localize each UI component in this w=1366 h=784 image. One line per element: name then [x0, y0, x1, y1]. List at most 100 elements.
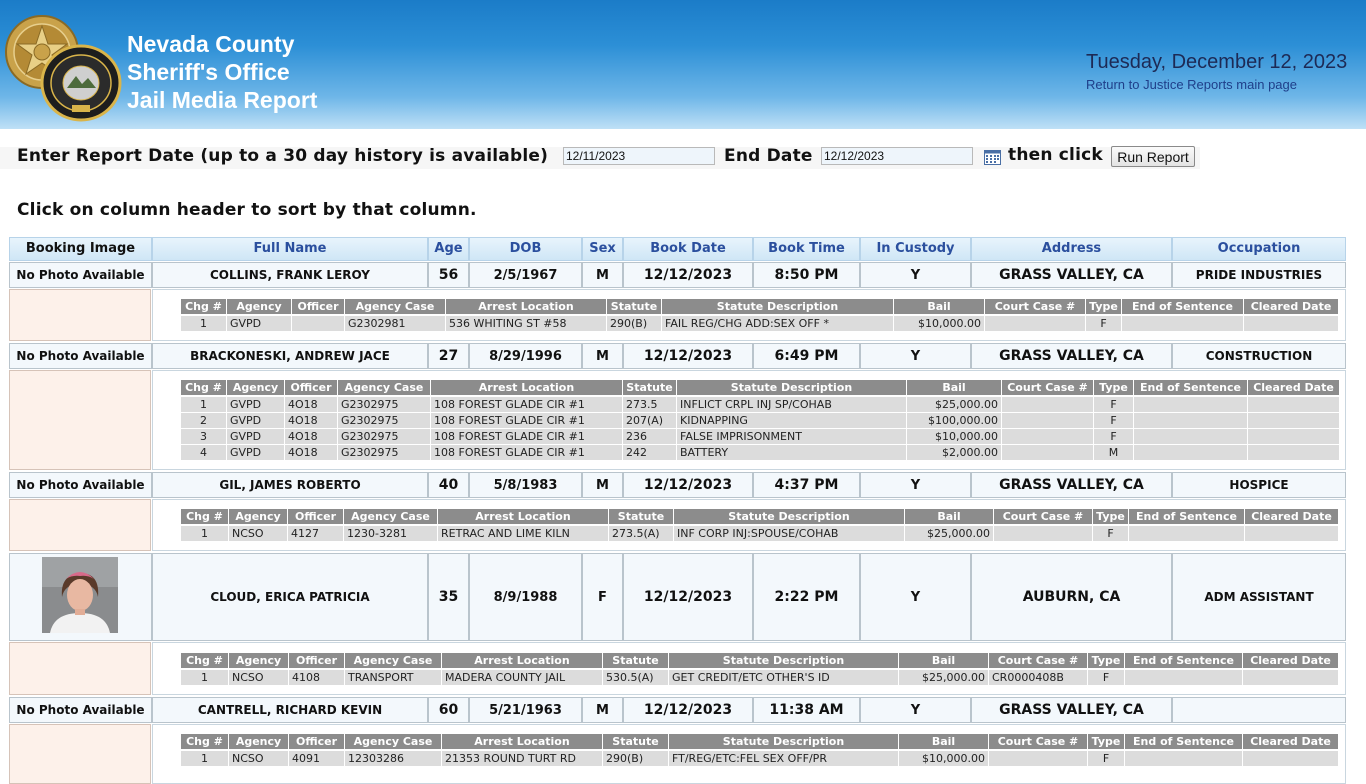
full-name-cell: BRACKONESKI, ANDREW JACE [152, 343, 428, 369]
column-header-in-custody[interactable]: In Custody [860, 237, 971, 261]
column-header-full-name[interactable]: Full Name [152, 237, 428, 261]
charge-cell: 21353 ROUND TURT RD [442, 750, 603, 766]
in-custody-cell: Y [860, 262, 971, 288]
charge-header-officer: Officer [288, 509, 344, 524]
charge-cell: G2302975 [338, 412, 431, 428]
charge-cell: 108 FOREST GLADE CIR #1 [431, 444, 623, 460]
charge-header-chg: Chg # [181, 509, 229, 524]
address-cell: GRASS VALLEY, CA [971, 472, 1172, 498]
charge-cell [1122, 315, 1244, 331]
book-date-cell: 12/12/2023 [623, 697, 753, 723]
charge-header-agency-case: Agency Case [345, 653, 442, 668]
column-header-sex[interactable]: Sex [582, 237, 623, 261]
charge-cell: 236 [623, 428, 677, 444]
charges-spacer [9, 642, 151, 695]
charge-header-agency: Agency [229, 653, 289, 668]
charge-cell: 1 [181, 315, 227, 331]
in-custody-cell: Y [860, 472, 971, 498]
charge-cell [1125, 750, 1243, 766]
charge-header-chg: Chg # [181, 380, 227, 395]
charge-header-end-of-sentence: End of Sentence [1134, 380, 1248, 395]
charge-header-court-case: Court Case # [1002, 380, 1094, 395]
occupation-cell: ADM ASSISTANT [1172, 553, 1346, 641]
charge-cell: $25,000.00 [905, 525, 994, 541]
return-link[interactable]: Return to Justice Reports main page [1086, 76, 1347, 94]
column-header-occupation[interactable]: Occupation [1172, 237, 1346, 261]
age-cell: 56 [428, 262, 469, 288]
charge-header-court-case: Court Case # [989, 653, 1088, 668]
charge-header-court-case: Court Case # [985, 299, 1086, 314]
age-cell: 60 [428, 697, 469, 723]
charge-header-officer: Officer [289, 653, 345, 668]
charge-cell: F [1088, 669, 1125, 685]
dob-cell: 2/5/1967 [469, 262, 582, 288]
charge-header-bail: Bail [894, 299, 985, 314]
title-line-2: Sheriff's Office [127, 59, 290, 85]
charge-cell: GVPD [227, 412, 285, 428]
book-time-cell: 6:49 PM [753, 343, 860, 369]
charge-cell: 1 [181, 750, 229, 766]
charge-cell [1134, 396, 1248, 412]
start-date-input[interactable] [563, 147, 715, 165]
calendar-icon[interactable] [984, 150, 1001, 165]
charge-header-end-of-sentence: End of Sentence [1129, 509, 1245, 524]
charge-cell: F [1093, 525, 1129, 541]
occupation-cell [1172, 697, 1346, 723]
charge-header-agency-case: Agency Case [345, 734, 442, 749]
charge-header-court-case: Court Case # [989, 734, 1088, 749]
run-report-button[interactable]: Run Report [1111, 146, 1195, 167]
charge-cell: 1 [181, 525, 229, 541]
charge-cell: 1 [181, 396, 227, 412]
charge-cell [1002, 396, 1094, 412]
charge-cell: CR0000408B [989, 669, 1088, 685]
dob-cell: 8/9/1988 [469, 553, 582, 641]
charge-header-agency: Agency [227, 299, 292, 314]
charge-cell: GVPD [227, 428, 285, 444]
charge-cell [1002, 412, 1094, 428]
charge-cell: F [1086, 315, 1122, 331]
page-header: Nevada County Sheriff's Office Jail Medi… [0, 0, 1366, 129]
charge-cell: GVPD [227, 444, 285, 460]
column-header-address[interactable]: Address [971, 237, 1172, 261]
end-date-input[interactable] [821, 147, 973, 165]
charge-header-bail: Bail [905, 509, 994, 524]
charge-cell [985, 315, 1086, 331]
charge-cell [1129, 525, 1245, 541]
charge-cell [1244, 315, 1339, 331]
charge-cell [989, 750, 1088, 766]
charge-cell: F [1094, 428, 1134, 444]
charge-cell: NCSO [229, 750, 289, 766]
column-header-book-date[interactable]: Book Date [623, 237, 753, 261]
charge-cell [1248, 444, 1340, 460]
title-line-3: Jail Media Report [127, 87, 318, 113]
charge-header-end-of-sentence: End of Sentence [1125, 734, 1243, 749]
charge-header-statute: Statute [607, 299, 662, 314]
booking-photo[interactable] [42, 557, 118, 633]
charge-header-cleared-date: Cleared Date [1245, 509, 1339, 524]
address-cell: GRASS VALLEY, CA [971, 697, 1172, 723]
charges-spacer [9, 370, 151, 470]
charge-cell: MADERA COUNTY JAIL [442, 669, 603, 685]
charge-cell: G2302975 [338, 396, 431, 412]
charge-header-type: Type [1093, 509, 1129, 524]
column-header-age[interactable]: Age [428, 237, 469, 261]
charge-header-statute: Statute [603, 734, 669, 749]
charge-cell: 207(A) [623, 412, 677, 428]
sex-cell: M [582, 343, 623, 369]
charge-cell [1134, 412, 1248, 428]
charge-cell: $10,000.00 [894, 315, 985, 331]
charge-cell: GVPD [227, 315, 292, 331]
charge-cell: 108 FOREST GLADE CIR #1 [431, 428, 623, 444]
column-header-dob[interactable]: DOB [469, 237, 582, 261]
charge-header-agency-case: Agency Case [345, 299, 446, 314]
charge-header-chg: Chg # [181, 653, 229, 668]
charge-cell: 12303286 [345, 750, 442, 766]
charge-cell: FAIL REG/CHG ADD:SEX OFF * [662, 315, 894, 331]
then-click-label: then click [1008, 145, 1103, 165]
age-cell: 27 [428, 343, 469, 369]
charge-header-statute: Statute [603, 653, 669, 668]
column-header-book-time[interactable]: Book Time [753, 237, 860, 261]
full-name-cell: CLOUD, ERICA PATRICIA [152, 553, 428, 641]
charge-cell: 4O18 [285, 444, 338, 460]
charge-header-arrest-location: Arrest Location [438, 509, 609, 524]
